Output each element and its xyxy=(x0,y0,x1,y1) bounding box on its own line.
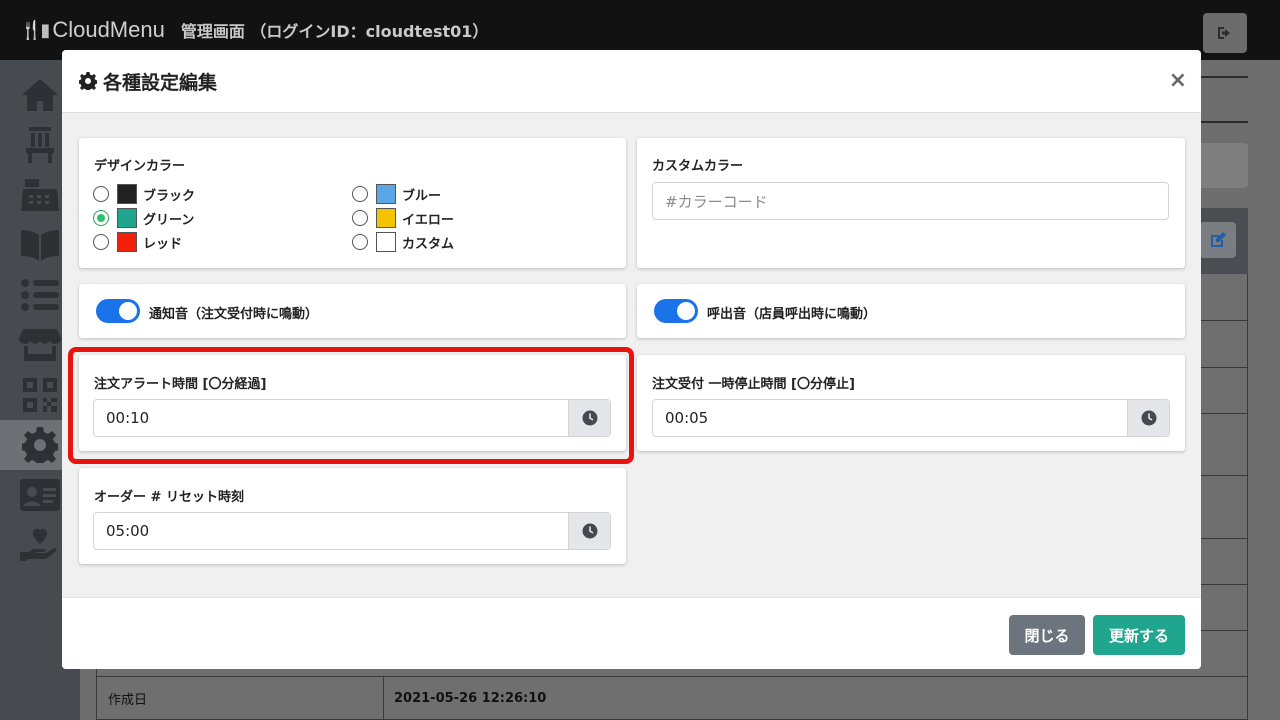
color-option-custom[interactable]: カスタム xyxy=(352,231,454,253)
clock-icon xyxy=(1141,410,1156,426)
color-option-label: ブルー xyxy=(402,188,442,204)
edit-icon xyxy=(1211,232,1226,247)
notify-sound-card: 通知音（注文受付時に鳴動） xyxy=(79,284,626,338)
color-option-yellow[interactable]: イエロー xyxy=(352,207,454,229)
cash-register-icon xyxy=(21,179,59,211)
color-option-label: レッド xyxy=(143,236,183,252)
order-reset-value: 05:00 xyxy=(106,522,150,540)
bg-divider xyxy=(1200,76,1248,78)
pause-time-card: 注文受付 一時停止時間 [〇分停止] 00:05 xyxy=(637,355,1185,451)
admin-title: 管理画面 （ログインID：cloudtest01） xyxy=(180,22,489,41)
created-label: 作成日 xyxy=(96,676,384,720)
clock-icon xyxy=(582,523,597,539)
update-button[interactable]: 更新する xyxy=(1093,615,1185,655)
color-option-black[interactable]: ブラック xyxy=(93,183,195,205)
pause-time-clock-button[interactable] xyxy=(1127,400,1169,436)
pause-time-input[interactable]: 00:05 xyxy=(652,399,1170,437)
logo-glyph: 🍴▮ xyxy=(20,19,50,40)
logo-text: CloudMenu xyxy=(52,17,165,42)
logout-button[interactable] xyxy=(1203,13,1247,53)
color-option-red[interactable]: レッド xyxy=(93,231,182,253)
call-sound-card: 呼出音（店員呼出時に鳴動） xyxy=(637,284,1185,338)
custom-color-card: カスタムカラー #カラーコード xyxy=(637,138,1185,268)
radio-button[interactable] xyxy=(93,234,109,250)
radio-button[interactable] xyxy=(93,186,109,202)
notify-sound-label: 通知音（注文受付時に鳴動） xyxy=(149,307,319,322)
bg-row-line xyxy=(1200,367,1248,368)
id-card-icon xyxy=(20,479,60,511)
call-sound-label: 呼出音（店員呼出時に鳴動） xyxy=(707,307,877,322)
modal-header: 各種設定編集 × xyxy=(62,50,1201,113)
order-reset-card: オーダー # リセット時刻 05:00 xyxy=(79,468,626,564)
color-option-label: ブラック xyxy=(143,188,196,204)
custom-color-input[interactable]: #カラーコード xyxy=(652,182,1169,220)
color-swatch xyxy=(117,184,137,204)
close-button[interactable]: 閉じる xyxy=(1009,615,1085,655)
design-color-label: デザインカラー xyxy=(94,159,186,174)
close-icon[interactable]: × xyxy=(1169,68,1187,93)
color-swatch xyxy=(376,232,396,252)
modal-footer: 閉じる 更新する xyxy=(62,597,1201,669)
bg-created-row: 作成日 2021-05-26 12:26:10 xyxy=(96,676,1248,720)
order-reset-label: オーダー # リセット時刻 xyxy=(94,490,244,505)
qrcode-icon xyxy=(23,378,57,412)
gear-icon xyxy=(79,72,97,90)
modal-title: 各種設定編集 xyxy=(103,71,218,94)
color-swatch xyxy=(376,184,396,204)
order-reset-time-input[interactable]: 05:00 xyxy=(93,512,611,550)
color-swatch xyxy=(376,208,396,228)
order-reset-clock-button[interactable] xyxy=(568,513,610,549)
home-icon xyxy=(22,79,58,111)
custom-color-label: カスタムカラー xyxy=(652,159,744,174)
call-sound-toggle[interactable] xyxy=(654,299,698,323)
color-option-label: イエロー xyxy=(402,212,454,228)
pause-time-value: 00:05 xyxy=(665,409,709,427)
radio-button-checked[interactable] xyxy=(93,210,109,226)
hand-heart-icon xyxy=(20,528,57,561)
radio-button[interactable] xyxy=(352,234,368,250)
bg-edit-button[interactable] xyxy=(1200,222,1236,258)
store-icon xyxy=(19,329,61,361)
bg-row-line xyxy=(1200,320,1248,321)
radio-button[interactable] xyxy=(352,186,368,202)
bg-row-line xyxy=(1200,584,1248,585)
chair-icon xyxy=(26,127,54,163)
pause-time-label: 注文受付 一時停止時間 [〇分停止] xyxy=(652,377,855,392)
bg-row-line xyxy=(1200,538,1248,539)
color-swatch xyxy=(117,232,137,252)
book-icon xyxy=(21,230,59,261)
highlight-box xyxy=(68,347,634,464)
gear-icon xyxy=(22,427,58,463)
color-swatch xyxy=(117,208,137,228)
notify-sound-toggle[interactable] xyxy=(96,299,140,323)
color-option-blue[interactable]: ブルー xyxy=(352,183,441,205)
custom-color-placeholder: #カラーコード xyxy=(665,192,768,211)
bg-divider xyxy=(1200,121,1248,123)
color-option-green[interactable]: グリーン xyxy=(93,207,194,229)
bg-row-line xyxy=(1200,413,1248,414)
app-logo: 🍴▮ CloudMenu xyxy=(20,17,165,43)
bg-row-line xyxy=(1200,475,1248,476)
list-icon xyxy=(21,279,59,311)
design-color-card: デザインカラー ブラック グリーン レッド ブルー イエロー カスタム xyxy=(79,138,626,268)
sign-out-icon xyxy=(1218,27,1230,39)
color-option-label: グリーン xyxy=(143,212,195,228)
bg-row-line xyxy=(1200,630,1248,631)
created-value: 2021-05-26 12:26:10 xyxy=(394,691,547,706)
color-option-label: カスタム xyxy=(402,236,455,252)
radio-button[interactable] xyxy=(352,210,368,226)
